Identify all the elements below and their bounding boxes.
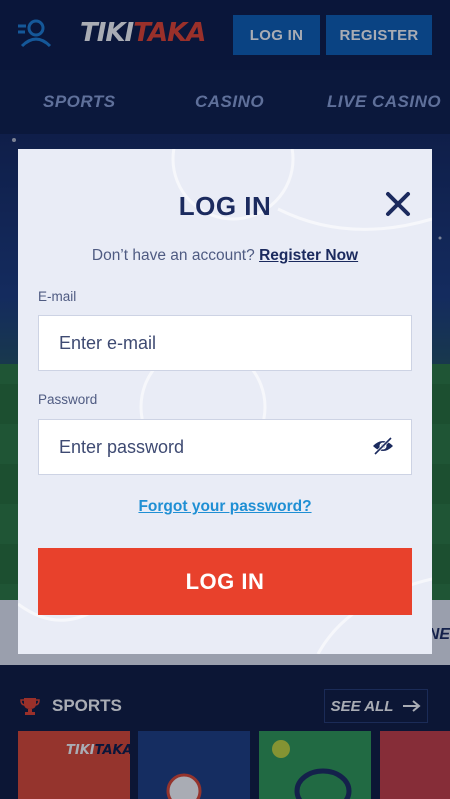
modal-title: LOG IN xyxy=(178,191,272,221)
email-label: E-mail xyxy=(38,289,77,304)
password-field[interactable] xyxy=(38,419,412,475)
password-label: Password xyxy=(38,392,98,407)
login-modal: LOG IN Don’t have an account? Register N… xyxy=(18,149,432,654)
forgot-password-link[interactable]: Forgot your password? xyxy=(18,498,432,516)
signup-prompt: Don’t have an account? Register Now xyxy=(18,247,432,265)
close-icon[interactable] xyxy=(384,190,412,218)
email-field[interactable] xyxy=(38,315,412,371)
login-submit-button[interactable]: LOG IN xyxy=(38,548,412,615)
eye-slash-icon[interactable] xyxy=(372,437,394,455)
register-now-link[interactable]: Register Now xyxy=(259,247,358,264)
signup-prompt-text: Don’t have an account? xyxy=(91,247,255,264)
